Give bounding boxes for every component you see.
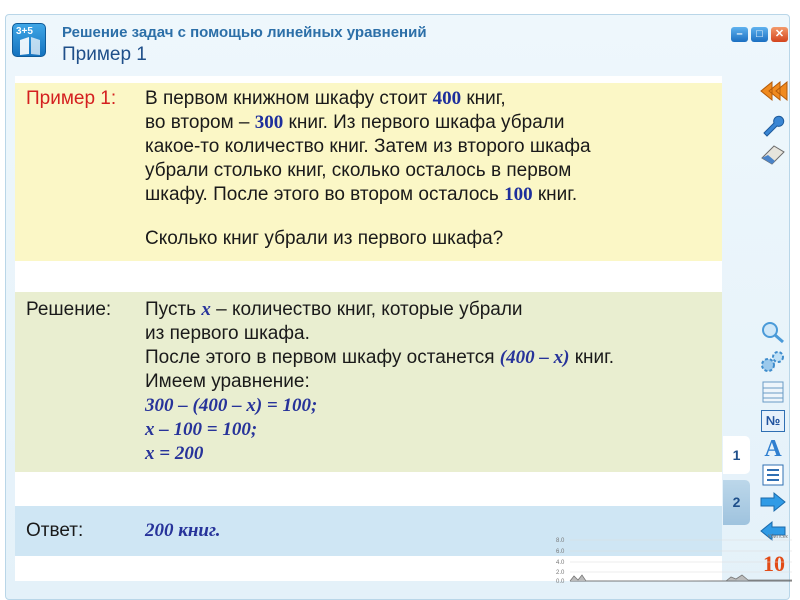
solution-line: из первого шкафа. <box>145 323 310 344</box>
zoom-icon[interactable] <box>758 320 788 344</box>
table-icon[interactable] <box>758 380 788 404</box>
task-label: Пример 1: <box>26 88 117 109</box>
graph-tick: 0.0 <box>556 579 565 585</box>
solution-text: Пусть x – количество книг, которые убрал… <box>145 298 614 466</box>
solution-label: Решение: <box>26 299 112 320</box>
equation-2: x – 100 = 100; <box>145 419 258 440</box>
answer-label: Ответ: <box>26 520 84 541</box>
equation-1: 300 – (400 – x) = 100; <box>145 395 318 416</box>
solution-line: Имеем уравнение: <box>145 371 310 392</box>
number-icon-label: № <box>761 410 785 432</box>
task-block: Пример 1: В первом книжном шкафу стоит 4… <box>15 83 722 261</box>
list-icon[interactable] <box>758 463 788 487</box>
solution-block: Решение: Пусть x – количество книг, кото… <box>15 292 722 472</box>
graph-tick: 4.0 <box>556 560 565 566</box>
task-line: во втором – 300 книг. Из первого шкафа у… <box>145 112 565 133</box>
solution-line: Пусть x – количество книг, которые убрал… <box>145 299 523 320</box>
graph-tick: 8.0 <box>556 538 565 544</box>
minimize-button[interactable]: – <box>731 27 748 42</box>
task-line: В первом книжном шкафу стоит 400 книг, <box>145 88 506 109</box>
next-arrow-icon[interactable] <box>758 491 788 515</box>
close-button[interactable]: ✕ <box>771 27 788 42</box>
tab-2[interactable]: 2 <box>723 480 750 525</box>
font-icon-label: A <box>764 436 782 462</box>
graph-tick: 6.0 <box>556 549 565 555</box>
task-text: В первом книжном шкафу стоит 400 книг, в… <box>145 87 591 251</box>
number-icon[interactable]: № <box>758 410 788 434</box>
solution-line: После этого в первом шкафу останется (40… <box>145 347 615 368</box>
task-question: Сколько книг убрали из первого шкафа? <box>145 228 504 249</box>
font-icon[interactable]: A <box>758 437 788 461</box>
task-line: убрали столько книг, сколько осталось в … <box>145 160 572 181</box>
tab-1[interactable]: 1 <box>723 436 750 474</box>
task-line: какое-то количество книг. Затем из второ… <box>145 136 591 157</box>
app-title: Решение задач с помощью линейных уравнен… <box>62 24 427 41</box>
equation-3: x = 200 <box>145 443 204 464</box>
page-title: Пример 1 <box>62 44 147 65</box>
wrench-icon[interactable] <box>758 113 788 137</box>
eraser-icon[interactable] <box>758 143 788 167</box>
network-graph: 8.0 6.0 4.0 2.0 0.0 Кбит/сек <box>556 533 792 591</box>
rewind-icon[interactable] <box>758 80 788 104</box>
book-icon <box>20 37 40 55</box>
app-icon: 3+5 <box>12 23 46 57</box>
task-line: шкафу. После этого во втором осталось 10… <box>145 184 578 205</box>
answer-value: 200 книг. <box>145 520 221 541</box>
graph-caption: Кбит/сек <box>768 534 789 540</box>
maximize-button[interactable]: □ <box>751 27 768 42</box>
title-bar: 3+5 Решение задач с помощью линейных ура… <box>8 18 788 70</box>
settings-icon[interactable] <box>758 350 788 374</box>
graph-tick: 2.0 <box>556 570 565 576</box>
